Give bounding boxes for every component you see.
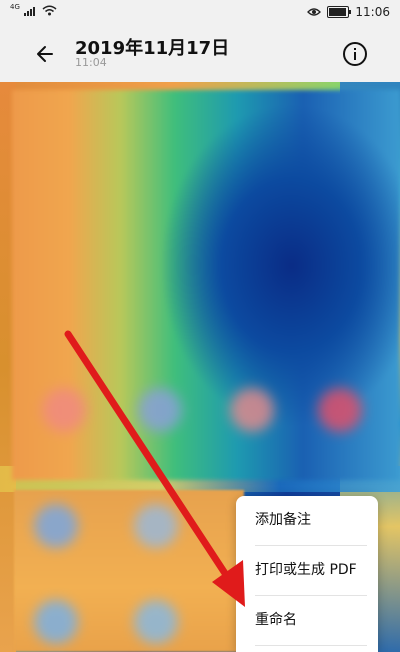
menu-item-add-note[interactable]: 添加备注 bbox=[236, 496, 378, 545]
blurred-app-icon bbox=[134, 600, 178, 644]
blurred-dock-area bbox=[14, 490, 244, 652]
blurred-app-icon bbox=[230, 388, 274, 432]
page-subtitle: 11:04 bbox=[75, 56, 107, 69]
context-menu: 添加备注 打印或生成 PDF 重命名 bbox=[236, 496, 378, 652]
blurred-app-icon bbox=[318, 388, 362, 432]
blurred-app-icon bbox=[42, 388, 86, 432]
status-right: 11:06 bbox=[307, 5, 390, 19]
blurred-app-icon bbox=[34, 600, 78, 644]
back-arrow-icon[interactable] bbox=[30, 39, 60, 69]
network-type: 4G bbox=[10, 2, 20, 11]
status-bar: 4G 11:06 bbox=[0, 0, 400, 26]
app-bar: 2019年11月17日 11:04 bbox=[0, 26, 400, 82]
blurred-app-icon bbox=[34, 504, 78, 548]
blurred-app-icon bbox=[134, 504, 178, 548]
battery-fill bbox=[329, 8, 346, 16]
info-icon[interactable] bbox=[340, 39, 370, 69]
blurred-screen-area bbox=[12, 90, 400, 480]
signal-icon bbox=[23, 7, 35, 16]
wifi-icon bbox=[42, 5, 57, 16]
blurred-app-icon bbox=[138, 388, 182, 432]
menu-item-rename[interactable]: 重命名 bbox=[236, 596, 378, 645]
status-left: 4G bbox=[10, 2, 57, 16]
menu-item-print-pdf[interactable]: 打印或生成 PDF bbox=[236, 546, 378, 595]
battery-icon bbox=[327, 6, 352, 18]
menu-divider bbox=[255, 645, 367, 646]
status-time: 11:06 bbox=[355, 5, 390, 19]
eye-icon bbox=[307, 8, 322, 16]
